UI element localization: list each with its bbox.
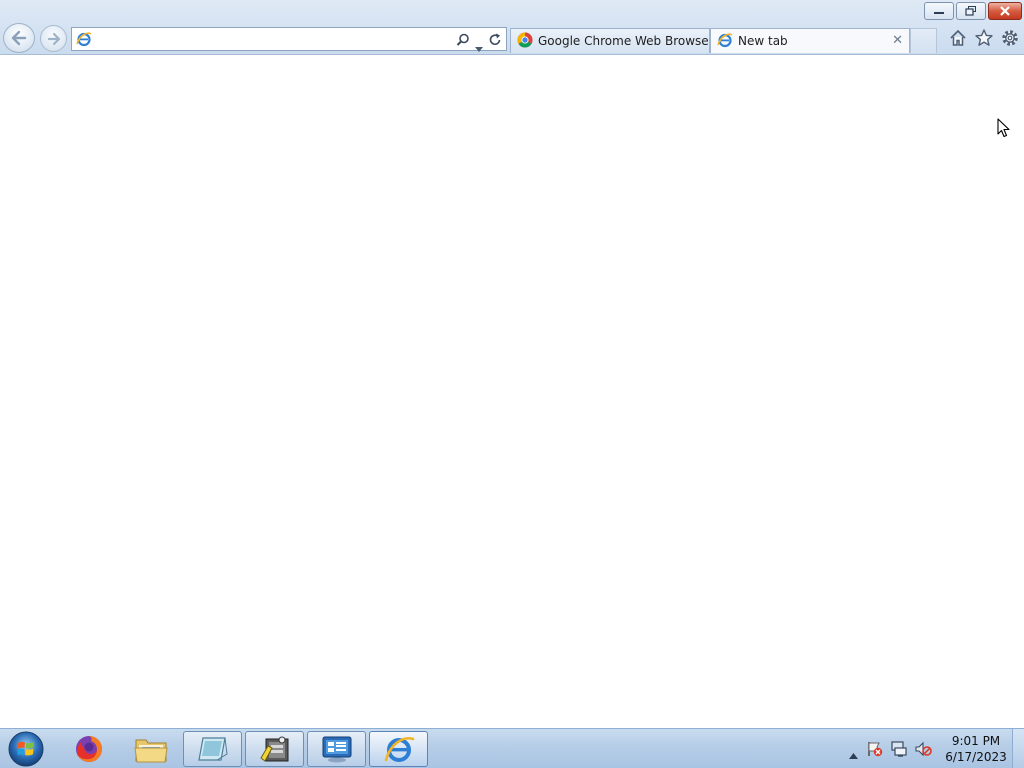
tab-google-chrome[interactable]: Google Chrome Web Browser: [510, 28, 710, 53]
taskbar-ie-button[interactable]: [369, 731, 428, 767]
folder-icon: [133, 739, 168, 763]
network-icon[interactable]: [890, 740, 908, 762]
restore-icon: [965, 6, 976, 16]
refresh-icon[interactable]: [488, 32, 502, 51]
system-tray: 9:01 PM 6/17/2023: [842, 729, 1024, 768]
restore-button[interactable]: [956, 2, 986, 20]
mouse-cursor-icon: [997, 118, 1011, 142]
taskbar: 9:01 PM 6/17/2023: [0, 728, 1024, 768]
windows-start-orb-icon: [8, 731, 44, 767]
taskbar-firefox-button[interactable]: [59, 731, 118, 767]
forward-arrow-icon: [47, 32, 60, 45]
close-tab-icon[interactable]: ✕: [892, 34, 903, 47]
volume-muted-icon[interactable]: [914, 740, 932, 762]
back-arrow-icon: [11, 30, 27, 46]
tool-app-icon: [259, 736, 288, 762]
taskbar-clock[interactable]: 9:01 PM 6/17/2023: [942, 733, 1010, 765]
ie-icon: [76, 31, 92, 51]
favorites-star-icon[interactable]: [974, 28, 994, 48]
minimize-button[interactable]: [924, 2, 954, 20]
close-button[interactable]: [988, 2, 1022, 20]
back-button[interactable]: [3, 23, 35, 53]
action-center-flag-icon[interactable]: [866, 740, 884, 762]
screen: Google Chrome Web Browser New tab ✕ 9:01…: [0, 0, 1024, 768]
taskbar-control-panel-button[interactable]: [307, 731, 366, 767]
new-tab-button[interactable]: [910, 28, 937, 53]
firefox-icon: [75, 735, 102, 762]
taskbar-explorer-button[interactable]: [121, 731, 180, 767]
address-bar[interactable]: [71, 27, 507, 52]
address-input[interactable]: [96, 30, 446, 48]
tab-label: New tab: [738, 34, 788, 48]
page-content: [0, 55, 1024, 728]
show-desktop-button[interactable]: [1012, 729, 1024, 768]
control-panel-icon: [322, 736, 351, 763]
start-button[interactable]: [6, 730, 46, 768]
tab-label: Google Chrome Web Browser: [538, 34, 710, 48]
window-controls: [924, 2, 1022, 20]
chevron-down-icon[interactable]: [475, 37, 483, 56]
tab-new-tab[interactable]: New tab ✕: [710, 28, 910, 53]
browser-frame: Google Chrome Web Browser New tab ✕: [0, 0, 1024, 55]
command-bar: [948, 28, 1020, 48]
notepad-icon: [197, 737, 228, 761]
close-icon: [1000, 6, 1010, 16]
ie-icon: [384, 737, 414, 762]
clock-date: 6/17/2023: [945, 750, 1007, 764]
forward-button[interactable]: [40, 25, 67, 52]
ie-icon: [717, 32, 733, 51]
search-icon[interactable]: [456, 32, 470, 51]
chrome-icon: [517, 32, 533, 51]
show-hidden-icons-arrow[interactable]: [849, 744, 858, 763]
minimize-icon: [934, 12, 944, 14]
taskbar-tool-app-button[interactable]: [245, 731, 304, 767]
tools-gear-icon[interactable]: [1000, 28, 1020, 48]
taskbar-notepad-button[interactable]: [183, 731, 242, 767]
clock-time: 9:01 PM: [951, 734, 1001, 748]
home-icon[interactable]: [948, 28, 968, 48]
